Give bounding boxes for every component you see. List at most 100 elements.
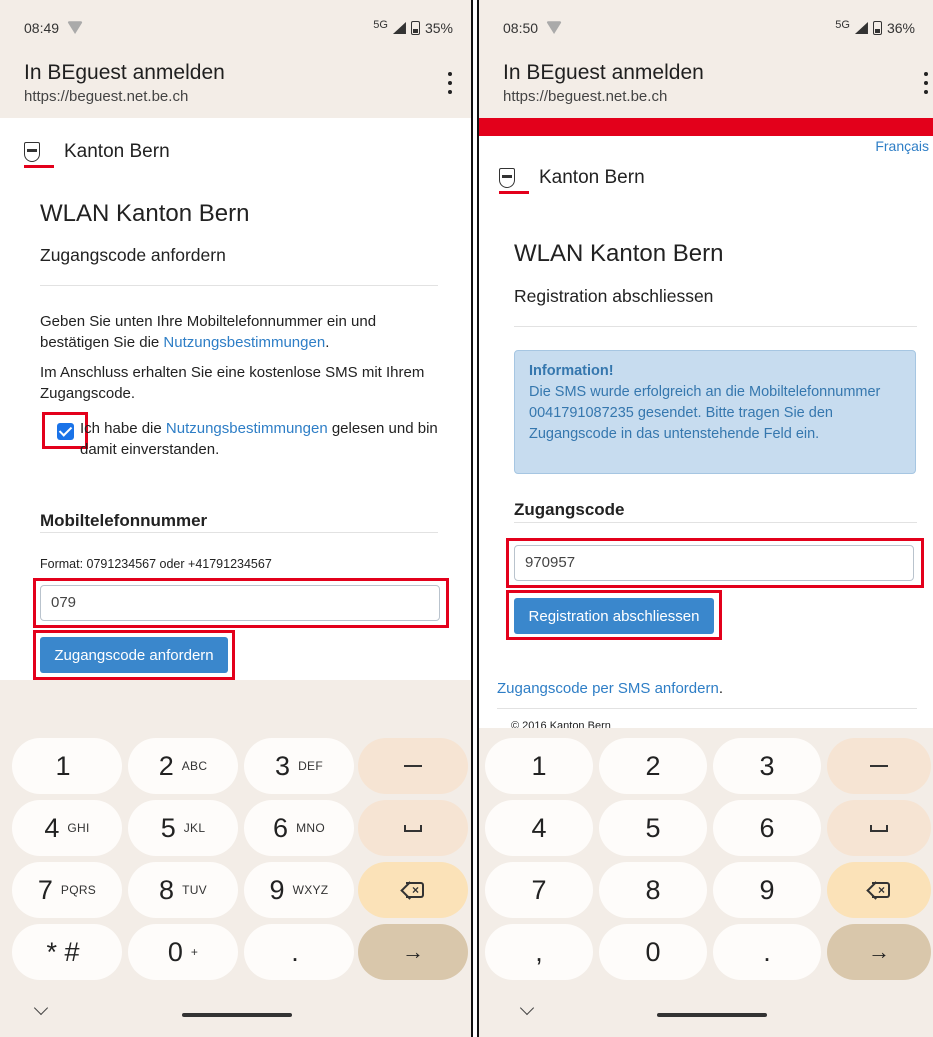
battery-level: 36% (886, 20, 915, 36)
key-label: 8 (645, 874, 661, 905)
key-three[interactable]: 3 (713, 738, 821, 794)
key-symbols[interactable]: , (485, 924, 593, 980)
screenshot-comparison: 08:49 5G 35% In BEguest anmelden https:/… (0, 0, 933, 1037)
numeric-keyboard: 1 2 3 4 5 6 7 8 9, 0. × → (479, 728, 933, 1037)
status-time: 08:50 (503, 20, 539, 36)
divider (40, 532, 438, 533)
phone-left: 08:49 5G 35% In BEguest anmelden https:/… (0, 0, 473, 1037)
key-dot[interactable]: . (713, 924, 821, 980)
key-eight[interactable]: 8 (599, 862, 707, 918)
key-eight[interactable]: 8 TUV (128, 862, 238, 918)
key-letters: MNO (296, 821, 325, 835)
browser-app-bar: In BEguest anmelden https://beguest.net.… (0, 56, 471, 118)
divider (497, 708, 917, 709)
footer-copyright: © 2016 Kanton Bern (511, 720, 611, 728)
key-label: 2 (645, 750, 661, 781)
key-one[interactable]: 1 (485, 738, 593, 794)
key-backspace[interactable]: × (358, 862, 468, 918)
phone-label: Mobiltelefonnummer (40, 511, 208, 530)
key-letters: + (190, 945, 199, 959)
space-icon (404, 824, 422, 832)
key-label: 4 (44, 812, 60, 843)
logo-text: Kanton Bern (539, 167, 645, 188)
format-hint: Format: 0791234567 oder +41791234567 (40, 557, 272, 571)
key-zero[interactable]: 0 + (128, 924, 238, 980)
key-label: 1 (55, 750, 71, 781)
home-indicator[interactable] (182, 1013, 292, 1017)
key-one[interactable]: 1 (12, 738, 122, 794)
terms-link-2[interactable]: Nutzungsbestimmungen (166, 420, 328, 437)
divider (514, 522, 917, 523)
key-enter[interactable]: → (827, 924, 931, 980)
key-six[interactable]: 6 (713, 800, 821, 856)
bern-shield-icon (499, 168, 515, 188)
chevron-down-icon[interactable] (519, 1000, 535, 1016)
key-seven[interactable]: 7 (485, 862, 593, 918)
language-link[interactable]: Français (875, 138, 929, 154)
key-two[interactable]: 2 ABC (128, 738, 238, 794)
arrow-right-icon: → (402, 939, 424, 964)
key-space[interactable] (358, 800, 468, 856)
intro-text: Geben Sie unten Ihre Mobiltelefonnummer … (40, 313, 377, 351)
key-letters: JKL (183, 821, 206, 835)
key-minus[interactable] (358, 738, 468, 794)
key-four[interactable]: 4 GHI (12, 800, 122, 856)
more-menu-icon[interactable] (447, 72, 453, 94)
key-label: 9 (759, 874, 775, 905)
minus-icon (404, 765, 422, 767)
more-menu-icon[interactable] (923, 72, 929, 94)
key-label: 7 (37, 874, 53, 905)
key-seven[interactable]: 7 PQRS (12, 862, 122, 918)
key-enter[interactable]: → (358, 924, 468, 980)
key-six[interactable]: 6 MNO (244, 800, 354, 856)
highlight-request-button (33, 630, 235, 680)
signal-icon (854, 22, 868, 34)
key-nine[interactable]: 9 (713, 862, 821, 918)
key-backspace[interactable]: × (827, 862, 931, 918)
key-nine[interactable]: 9 WXYZ (244, 862, 354, 918)
key-label: 5 (160, 812, 176, 843)
key-space[interactable] (827, 800, 931, 856)
key-letters: ABC (181, 759, 208, 773)
key-minus[interactable] (827, 738, 931, 794)
info-text: Die SMS wurde erfolgreich an die Mobilte… (529, 384, 881, 442)
chevron-down-icon[interactable] (33, 1000, 49, 1016)
status-time: 08:49 (24, 20, 60, 36)
key-label: . (291, 936, 299, 967)
status-bar: 08:50 5G 36% (479, 0, 933, 56)
key-three[interactable]: 3 DEF (244, 738, 354, 794)
key-five[interactable]: 5 (599, 800, 707, 856)
key-letters: PQRS (60, 883, 97, 897)
status-bar: 08:49 5G 35% (0, 0, 471, 56)
resend-sms-link[interactable]: Zugangscode per SMS anfordern (497, 680, 719, 697)
key-label: 9 (269, 874, 285, 905)
subheading: Zugangscode anfordern (40, 245, 226, 265)
key-label: 2 (158, 750, 174, 781)
key-letters: GHI (67, 821, 90, 835)
key-five[interactable]: 5 JKL (128, 800, 238, 856)
space-icon (870, 824, 888, 832)
key-label: 6 (273, 812, 289, 843)
key-four[interactable]: 4 (485, 800, 593, 856)
highlight-submit-button (506, 590, 722, 640)
key-label: , (535, 936, 543, 967)
numeric-keyboard: 1 2 ABC 3 DEF 4 GHI 5 JKL 6 MNO 7 PQRS 8 TUV 9 WXYZ * #0 +… (0, 680, 471, 1037)
key-zero[interactable]: 0 (599, 924, 707, 980)
key-label: 5 (645, 812, 661, 843)
kanton-logo: Kanton Bern (499, 167, 645, 194)
highlight-code-input (506, 538, 924, 588)
terms-link[interactable]: Nutzungsbestimmungen (163, 334, 325, 351)
key-two[interactable]: 2 (599, 738, 707, 794)
minus-icon (870, 765, 888, 767)
key-label: 7 (531, 874, 547, 905)
info-title: Information! (529, 363, 614, 379)
resend-text: Zugangscode per SMS anfordern. (497, 680, 723, 697)
wifi-icon (67, 22, 83, 34)
page-title: In BEguest anmelden (503, 61, 704, 84)
key-dot[interactable]: . (244, 924, 354, 980)
key-label: 1 (531, 750, 547, 781)
network-type: 5G (373, 19, 388, 31)
home-indicator[interactable] (657, 1013, 767, 1017)
info-alert: Information! Die SMS wurde erfolgreich a… (514, 350, 916, 474)
key-symbols[interactable]: * # (12, 924, 122, 980)
